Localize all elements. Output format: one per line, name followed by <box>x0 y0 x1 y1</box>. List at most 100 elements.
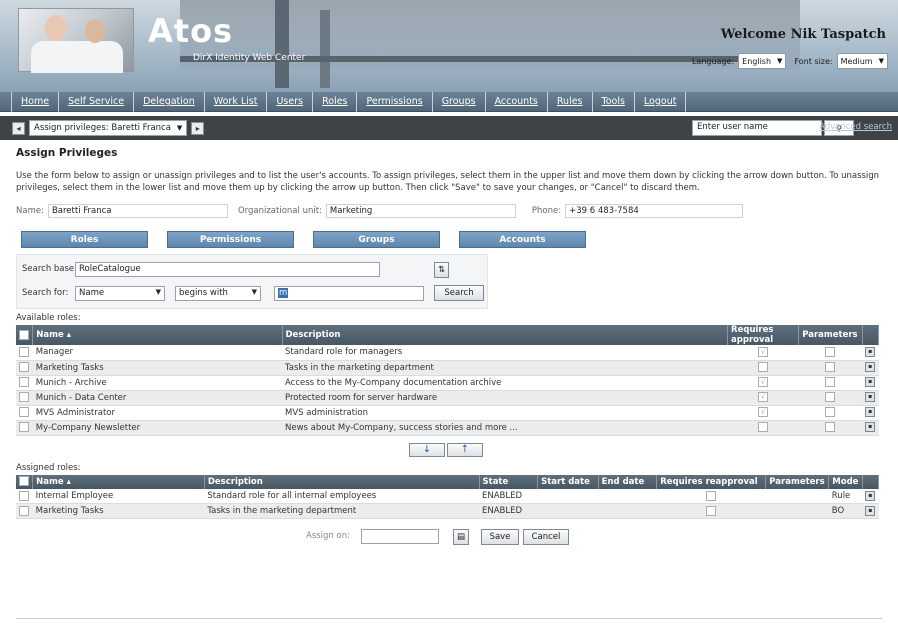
row-details-icon[interactable]: ▪ <box>865 347 876 357</box>
nav-home[interactable]: Home <box>11 91 60 112</box>
language-select[interactable]: English ▼ <box>738 53 787 69</box>
nav-accounts[interactable]: Accounts <box>486 91 548 112</box>
main-content: Assign Privileges Use the form below to … <box>16 147 886 549</box>
assigned-roles-table: Name ▴ Description State Start date End … <box>16 474 880 519</box>
chevron-down-icon: ▼ <box>176 124 183 132</box>
nav-self-service[interactable]: Self Service <box>59 91 135 112</box>
nav-groups[interactable]: Groups <box>433 91 486 112</box>
column-header-description[interactable]: Description <box>282 325 729 345</box>
table-row[interactable]: Marketing Tasks Tasks in the marketing d… <box>16 503 879 519</box>
nav-work-list[interactable]: Work List <box>205 91 268 112</box>
column-header-requires-reapproval[interactable]: Requires reapproval <box>656 474 767 489</box>
column-header-requires-approval[interactable]: Requires approval <box>727 325 800 345</box>
column-header-state[interactable]: State <box>479 474 539 489</box>
reapproval-checkbox <box>706 490 717 501</box>
row-details-icon[interactable]: ▪ <box>865 422 876 433</box>
nav-roles[interactable]: Roles <box>313 91 358 112</box>
row-checkbox[interactable] <box>19 362 29 373</box>
page-title: Assign Privileges <box>16 147 118 159</box>
fontsize-select[interactable]: Medium ▼ <box>836 53 888 69</box>
approval-checkbox: √ <box>758 377 769 388</box>
calendar-icon[interactable]: ▤ <box>453 529 469 545</box>
nav-permissions[interactable]: Permissions <box>357 91 433 112</box>
search-text-input[interactable]: m <box>274 286 424 301</box>
row-checkbox[interactable] <box>19 407 29 418</box>
column-header-name[interactable]: Name ▴ <box>32 474 205 489</box>
available-roles-table: Name ▴ Description Requires approval Par… <box>16 325 880 436</box>
history-select[interactable]: Assign privileges: Baretti Franca ▼ <box>29 120 188 136</box>
assigned-roles-label: Assigned roles: <box>16 462 81 473</box>
nav-users[interactable]: Users <box>267 91 314 112</box>
column-header-start-date[interactable]: Start date <box>537 474 599 489</box>
row-checkbox[interactable] <box>19 490 29 501</box>
column-header-name[interactable]: Name ▴ <box>32 325 283 345</box>
tab-groups[interactable]: Groups <box>313 231 440 248</box>
tab-permissions[interactable]: Permissions <box>167 231 294 248</box>
column-header-mode[interactable]: Mode <box>828 474 863 489</box>
app-subtitle: DirX Identity Web Center <box>193 53 306 63</box>
row-checkbox[interactable] <box>19 505 29 516</box>
search-operator-select[interactable]: begins with ▼ <box>175 286 261 301</box>
row-checkbox[interactable] <box>19 422 29 433</box>
cancel-button[interactable]: Cancel <box>523 529 569 545</box>
advanced-search-link[interactable]: Advanced search <box>819 122 892 132</box>
browse-tree-icon[interactable]: ⇅ <box>434 262 449 278</box>
search-button[interactable]: Search <box>434 285 484 301</box>
parameters-checkbox <box>825 347 836 357</box>
parameters-checkbox <box>825 377 836 388</box>
table-row[interactable]: Munich - Data Center Protected room for … <box>16 390 879 406</box>
row-details-icon[interactable]: ▪ <box>865 392 876 403</box>
nav-logout[interactable]: Logout <box>635 91 687 112</box>
column-header-parameters[interactable]: Parameters <box>798 325 863 345</box>
assign-on-date-input[interactable] <box>361 529 439 544</box>
nav-rules[interactable]: Rules <box>548 91 593 112</box>
move-buttons: ↓ ↑ <box>6 442 886 457</box>
tab-roles[interactable]: Roles <box>21 231 148 248</box>
row-checkbox[interactable] <box>19 377 29 388</box>
footer-divider <box>16 618 882 619</box>
save-button[interactable]: Save <box>481 529 519 545</box>
tab-accounts[interactable]: Accounts <box>459 231 586 248</box>
back-arrow-icon[interactable]: ◂ <box>12 121 25 135</box>
row-details-icon[interactable]: ▪ <box>865 407 876 418</box>
nav-delegation[interactable]: Delegation <box>134 91 205 112</box>
search-for-label: Search for: <box>22 288 69 298</box>
approval-checkbox <box>758 362 769 373</box>
arrow-down-button[interactable]: ↓ <box>409 442 445 457</box>
nav-tools[interactable]: Tools <box>593 91 635 112</box>
name-field: Baretti Franca <box>47 204 228 218</box>
bridge-tower <box>320 10 330 88</box>
chevron-down-icon: ▼ <box>777 57 783 65</box>
column-header-description[interactable]: Description <box>204 474 480 489</box>
search-attribute-select[interactable]: Name ▼ <box>75 286 165 301</box>
fontsize-label: Font size: <box>794 56 833 66</box>
arrow-up-button[interactable]: ↑ <box>447 442 483 457</box>
parameters-checkbox <box>825 422 836 433</box>
reapproval-checkbox <box>706 505 717 516</box>
select-all-checkbox[interactable] <box>19 476 29 487</box>
table-row[interactable]: Munich - Archive Access to the My-Compan… <box>16 375 879 391</box>
table-row[interactable]: My-Company Newsletter News about My-Comp… <box>16 420 879 436</box>
search-base-input[interactable]: RoleCatalogue <box>75 262 380 277</box>
chevron-down-icon: ▼ <box>878 57 884 65</box>
header-photo <box>18 8 134 73</box>
row-details-icon[interactable]: ▪ <box>865 362 876 373</box>
row-checkbox[interactable] <box>19 347 29 357</box>
column-header-end-date[interactable]: End date <box>598 474 658 489</box>
search-base-label: Search base: <box>22 264 78 274</box>
table-row[interactable]: Marketing Tasks Tasks in the marketing d… <box>16 360 879 376</box>
row-checkbox[interactable] <box>19 392 29 403</box>
row-details-icon[interactable]: ▪ <box>865 505 876 516</box>
select-all-checkbox[interactable] <box>19 329 29 340</box>
column-header-parameters[interactable]: Parameters <box>765 474 830 489</box>
row-details-icon[interactable]: ▪ <box>865 377 876 388</box>
row-details-icon[interactable]: ▪ <box>865 490 876 501</box>
table-row[interactable]: Manager Standard role for managers √ ▪ <box>16 345 879 361</box>
table-row[interactable]: MVS Administrator MVS administration √ ▪ <box>16 405 879 421</box>
forward-arrow-icon[interactable]: ▸ <box>191 121 205 135</box>
approval-checkbox: √ <box>758 407 769 418</box>
table-row[interactable]: Internal Employee Standard role for all … <box>16 488 879 504</box>
phone-field: +39 6 483-7584 <box>565 204 744 218</box>
parameters-checkbox <box>825 392 836 403</box>
user-search-input[interactable]: Enter user name <box>692 120 822 136</box>
